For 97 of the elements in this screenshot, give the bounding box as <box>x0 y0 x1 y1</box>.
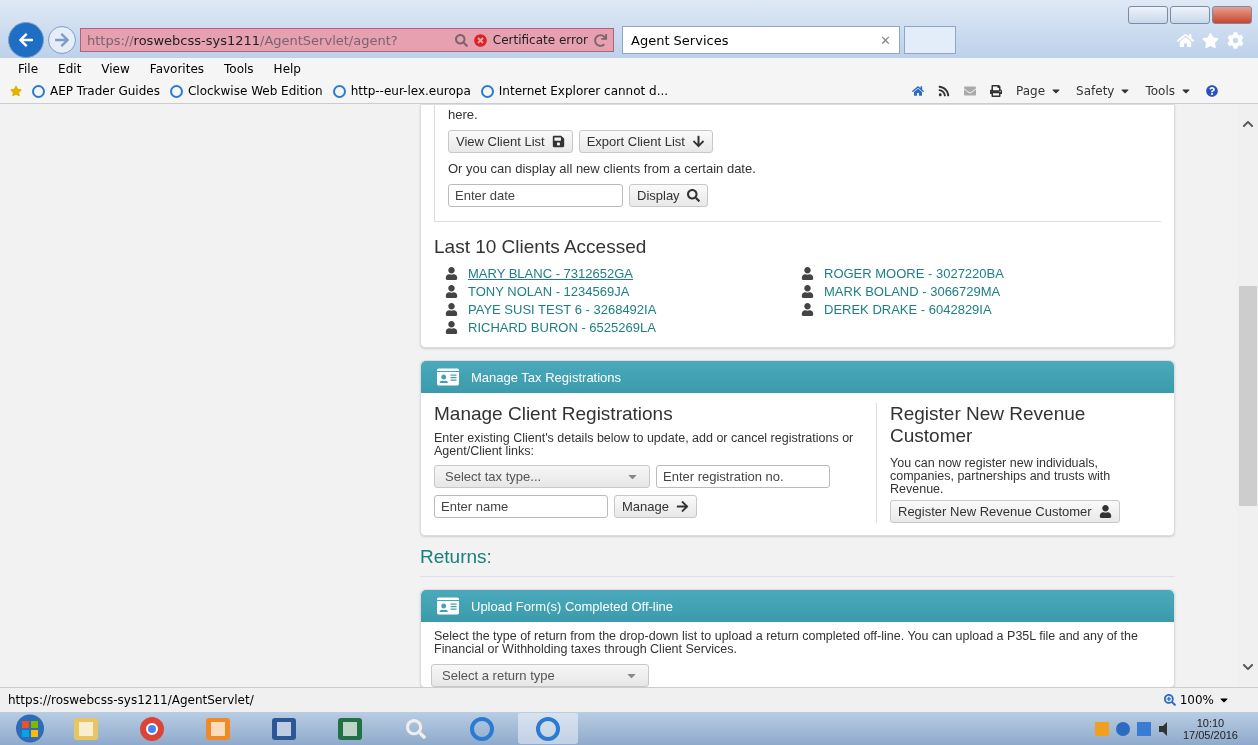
command-menu[interactable]: Safety <box>1076 84 1132 98</box>
id-card-icon <box>437 595 459 617</box>
clock-time: 10:10 <box>1195 716 1226 729</box>
down-chevron-icon <box>1241 661 1254 673</box>
name-field[interactable]: Enter name <box>434 495 608 518</box>
view-client-list-button[interactable]: View Client List <box>448 130 573 153</box>
close-tab-button[interactable]: ✕ <box>880 32 891 48</box>
panel-title: Manage Tax Registrations <box>471 369 622 385</box>
right-arrow-icon <box>676 500 689 513</box>
right-arrow-icon <box>54 32 70 48</box>
person-icon <box>801 267 814 280</box>
client-link[interactable]: DEREK DRAKE - 6042829IA <box>801 302 1157 317</box>
down-arrow-icon <box>691 135 705 148</box>
display-button[interactable]: Display <box>629 184 708 207</box>
section-heading: Register New Revenue Customer <box>890 403 1087 447</box>
favorite-link[interactable]: AEP Trader Guides <box>32 84 160 98</box>
zoom-icon <box>1163 694 1176 706</box>
address-bar[interactable]: https://roswebcss-sys1211/AgentServlet/agent? Certificate error <box>80 28 614 52</box>
section-heading: Last 10 Clients Accessed <box>434 236 648 258</box>
client-link[interactable]: TONY NOLAN - 1234569JA <box>445 284 801 299</box>
help-icon <box>1206 85 1218 97</box>
manage-button[interactable]: Manage <box>614 495 697 518</box>
tab-title: Agent Services <box>631 32 730 48</box>
panel-title: Upload Form(s) Completed Off-line <box>471 598 674 614</box>
client-link[interactable]: PAYE SUSI TEST 6 - 3268492IA <box>445 302 801 317</box>
tray-icon <box>1136 721 1151 736</box>
instructions-text: Enter existing Client's details below to update, add or cancel registrations or Agent/Client links: <box>434 432 855 458</box>
error-icon <box>473 33 487 47</box>
register-customer-button[interactable]: Register New Revenue Customer <box>890 500 1120 523</box>
person-icon <box>1098 505 1112 518</box>
person-icon <box>445 303 458 316</box>
section-heading: Manage Client Registrations <box>434 403 674 425</box>
person-icon <box>801 303 814 316</box>
menu-item[interactable]: File <box>18 61 39 76</box>
person-icon <box>445 267 458 280</box>
refresh-icon <box>594 33 607 47</box>
mail-icon <box>964 85 976 97</box>
menu-item[interactable]: Favorites <box>149 61 205 76</box>
person-icon <box>801 285 814 298</box>
menu-item[interactable]: Tools <box>224 61 254 76</box>
search-icon <box>686 189 700 202</box>
app-icon <box>335 715 365 742</box>
export-client-list-button[interactable]: Export Client List <box>578 130 713 153</box>
registration-field[interactable]: Enter registration no. <box>656 465 830 488</box>
app-icon <box>269 715 299 742</box>
browser-tab[interactable]: Agent Services ✕ <box>622 26 900 54</box>
restore-button[interactable] <box>1170 6 1210 24</box>
zoom-control[interactable]: 100% <box>1163 693 1250 707</box>
favorite-link[interactable]: Internet Explorer cannot d... <box>480 84 669 98</box>
print-icon <box>990 85 1002 97</box>
menu-item[interactable]: Help <box>273 61 301 76</box>
back-button[interactable] <box>8 22 44 58</box>
register-text: You can now register new individuals, companies, partnerships and trusts with Revenue. <box>890 457 1112 496</box>
forward-button[interactable] <box>48 26 76 54</box>
home-icon <box>912 85 924 97</box>
id-card-icon <box>437 366 459 388</box>
returns-heading: Returns: <box>420 546 493 568</box>
favorites-star-icon <box>10 85 22 97</box>
tax-type-select[interactable]: Select tax type... <box>434 465 650 488</box>
left-arrow-icon <box>18 32 34 48</box>
clock-date: 17/05/2016 <box>1182 728 1238 741</box>
speaker-icon <box>1158 721 1167 736</box>
intro-text: here. <box>448 107 479 122</box>
home-icon <box>1177 31 1194 49</box>
new-tab-button[interactable] <box>904 26 956 54</box>
return-type-select[interactable]: Select a return type <box>431 664 649 687</box>
date-hint-text: Or you can display all new clients from a certain date. <box>448 161 757 176</box>
upload-instructions: Select the type of return from the drop-down list to upload a return completed off-line. You can upload a P35L file and any of the Financial or Withholding taxes through Client Services. <box>433 628 1139 658</box>
tray-icon <box>1094 721 1109 736</box>
person-icon <box>445 285 458 298</box>
command-menu[interactable]: Page <box>1016 84 1063 98</box>
command-menu[interactable]: Tools <box>1145 84 1192 98</box>
favorite-link[interactable]: http--eur-lex.europa <box>332 84 471 98</box>
client-link[interactable]: MARY BLANC - 7312652GA <box>445 266 801 281</box>
settings-icon <box>1227 31 1244 49</box>
minimize-button[interactable] <box>1128 6 1168 24</box>
feed-icon <box>938 85 950 97</box>
magnifier-icon <box>406 718 426 739</box>
browser-icon <box>139 715 165 742</box>
tray-icon <box>1115 721 1130 736</box>
menu-item[interactable]: View <box>101 61 130 76</box>
client-link[interactable]: ROGER MOORE - 3027220BA <box>801 266 1157 281</box>
client-link[interactable]: RICHARD BURON - 6525269LA <box>445 320 801 335</box>
star-icon <box>1202 31 1219 49</box>
app-icon <box>203 715 233 742</box>
search-icon <box>454 33 468 47</box>
up-chevron-icon <box>1241 118 1254 130</box>
taskbar-app[interactable] <box>518 713 578 744</box>
save-icon <box>551 135 565 148</box>
status-url: https://roswebcss-sys1211/AgentServlet/ <box>8 693 254 707</box>
menu-item[interactable]: Edit <box>58 61 82 76</box>
person-icon <box>445 321 458 334</box>
client-link[interactable]: MARK BOLAND - 3066729MA <box>801 284 1157 299</box>
close-button[interactable] <box>1212 6 1252 24</box>
app-icon <box>71 715 101 742</box>
favorite-link[interactable]: Clockwise Web Edition <box>169 84 323 98</box>
date-field[interactable]: Enter date <box>448 184 623 207</box>
